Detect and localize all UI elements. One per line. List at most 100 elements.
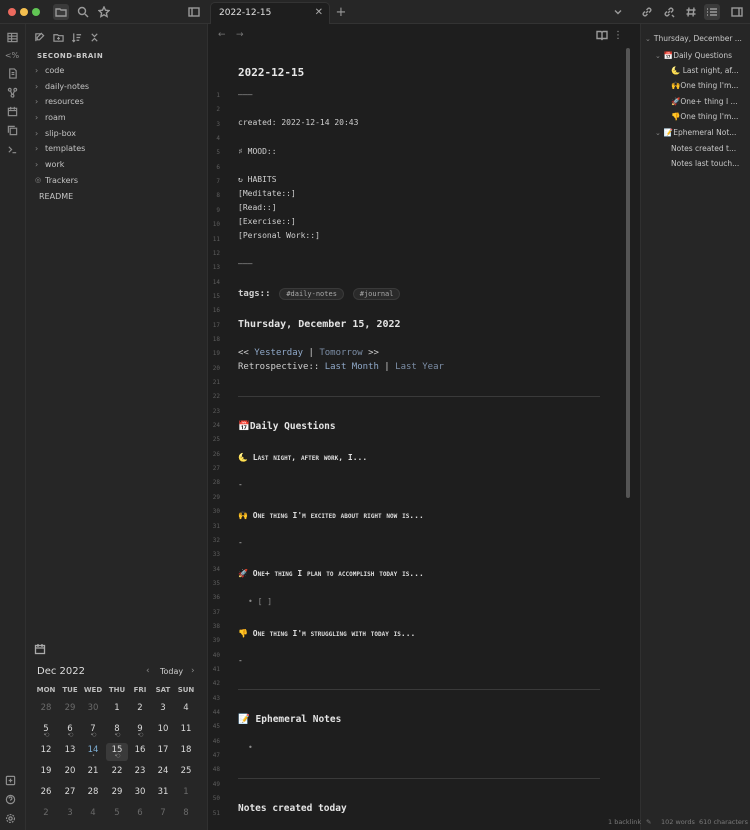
calendar-day[interactable]: 28 [35,701,57,719]
calendar-day[interactable]: 6 •○ [59,722,81,740]
close-tab-icon[interactable]: ✕ [315,7,323,18]
question-accomplish[interactable]: 🚀 One+ thing I plan to accomplish today … [238,569,424,578]
habit-meditate[interactable]: [Meditate::] [238,189,296,198]
calendar-day[interactable]: 15 •○ [106,743,128,761]
calendar-day[interactable]: 26 [35,785,57,803]
calendar-day[interactable]: 27 [59,785,81,803]
calendar-day[interactable]: 1 [175,785,197,803]
calendar-day[interactable]: 17 [152,743,174,761]
calendar-day[interactable]: 25 [175,764,197,782]
folder-work[interactable]: › work [26,157,208,171]
folder-templates[interactable]: › templates [26,141,208,155]
calendar-day[interactable]: 9 •○ [129,722,151,740]
notes-created-heading[interactable]: Notes created today [238,803,347,814]
calendar-day[interactable]: 28 [82,785,104,803]
task-checkbox[interactable]: • [ ] [248,597,272,606]
calendar-day[interactable]: 6 [129,806,151,824]
question-last-night[interactable]: 🌜 Last night, after work, I... [238,453,367,462]
calendar-day[interactable]: 12 [35,743,57,761]
graph-view-icon[interactable] [5,85,19,99]
calendar-day[interactable]: 4 [175,701,197,719]
calendar-day[interactable]: 16 [129,743,151,761]
calendar-view-icon[interactable] [34,640,48,655]
toggle-left-sidebar-icon[interactable] [186,4,202,20]
calendar-day[interactable]: 4 [82,806,104,824]
calendar-next-icon[interactable]: › [191,666,195,676]
outline-item[interactable]: 🙌One thing I'm... [671,81,749,90]
calendar-day[interactable]: 22 [106,764,128,782]
folder-icon[interactable] [53,4,69,20]
habits-heading[interactable]: ↻ HABITS [238,175,277,184]
question-struggling[interactable]: 👎 One thing I'm struggling with today is… [238,629,415,638]
daily-questions-heading[interactable]: 📅Daily Questions [238,421,336,432]
outline-item[interactable]: Notes last touch... [671,159,749,168]
calendar-day[interactable]: 2 [129,701,151,719]
outline-list-icon[interactable] [704,4,720,20]
calendar-day[interactable]: 5 [106,806,128,824]
forward-arrow-icon[interactable]: → [236,30,244,40]
outline-item[interactable]: ⌄ 📅Daily Questions [655,51,749,60]
calendar-day[interactable]: 2 [35,806,57,824]
tab-2022-12-15[interactable]: 2022-12-15 ✕ [210,2,330,24]
calendar-day[interactable]: 5 •○ [35,722,57,740]
calendar-today-button[interactable]: Today [160,667,183,676]
calendar-day[interactable]: 29 [59,701,81,719]
tomorrow-link[interactable]: Tomorrow [319,348,362,358]
last-year-link[interactable]: Last Year [395,362,444,372]
calendar-day[interactable]: 30 [129,785,151,803]
new-note-icon[interactable] [32,30,46,44]
calendar-day[interactable]: 29 [106,785,128,803]
search-icon[interactable] [75,4,91,20]
calendar-day[interactable]: 7 [152,806,174,824]
folder-roam[interactable]: › roam [26,110,208,124]
link-icon[interactable] [639,4,655,20]
created-property[interactable]: created: 2022-12-14 20:43 [238,118,358,127]
outgoing-links-icon[interactable] [661,4,677,20]
bookmark-star-icon[interactable] [96,4,112,20]
table-icon[interactable] [5,30,19,44]
habit-read[interactable]: [Read::] [238,203,277,212]
calendar-day[interactable]: 14 • [82,743,104,761]
terminal-icon[interactable] [5,142,19,156]
answer-struggling[interactable]: - [238,656,243,665]
ephemeral-bullet[interactable]: • [248,743,253,752]
back-arrow-icon[interactable]: ← [218,30,226,40]
habit-personal-work[interactable]: [Personal Work::] [238,231,320,240]
calendar-day[interactable]: 7 •○ [82,722,104,740]
new-tab-icon[interactable]: + [333,4,349,20]
answer-last-night[interactable]: - [238,480,243,489]
tags-hash-icon[interactable] [683,4,699,20]
calendar-day[interactable]: 1 [106,701,128,719]
calendar-day[interactable]: 31 [152,785,174,803]
calendar-day[interactable]: 19 [35,764,57,782]
calendar-day[interactable]: 8 [175,806,197,824]
outline-root[interactable]: ⌄ Thursday, December ... [645,34,749,43]
tab-list-chevron-icon[interactable] [610,4,626,20]
calendar-day[interactable]: 20 [59,764,81,782]
note-title[interactable]: 2022-12-15 [238,66,304,79]
folder-slip-box[interactable]: › slip-box [26,126,208,140]
outline-item[interactable]: Notes created t... [671,144,749,153]
code-percent-icon[interactable]: <% [5,48,19,62]
calendar-day[interactable]: 23 [129,764,151,782]
calendar-icon[interactable] [5,104,19,118]
zoom-window-button[interactable] [32,8,40,16]
calendar-day[interactable]: 21 [82,764,104,782]
mood-property[interactable]: ♯ MOOD:: [238,147,277,156]
new-folder-icon[interactable] [51,30,65,44]
calendar-day[interactable]: 3 [59,806,81,824]
outline-item[interactable]: ⌄ 📝Ephemeral Not... [655,128,749,137]
help-vault-icon[interactable] [5,771,19,786]
calendar-day[interactable]: 8 •○ [106,722,128,740]
outline-item[interactable]: 🚀One+ thing I ... [671,97,749,106]
edit-pencil-icon[interactable]: ✎ [646,818,651,826]
date-heading[interactable]: Thursday, December 15, 2022 [238,319,401,330]
reading-view-icon[interactable] [594,27,610,43]
outline-item[interactable]: 🌜 Last night, af... [671,66,749,75]
outline-item[interactable]: 👎One thing I'm... [671,112,749,121]
ephemeral-notes-heading[interactable]: 📝 Ephemeral Notes [238,714,341,725]
folder-code[interactable]: › code [26,63,208,77]
calendar-day[interactable]: 10 [152,722,174,740]
folder-resources[interactable]: › resources [26,94,208,108]
more-options-icon[interactable]: ⋮ [610,27,626,43]
